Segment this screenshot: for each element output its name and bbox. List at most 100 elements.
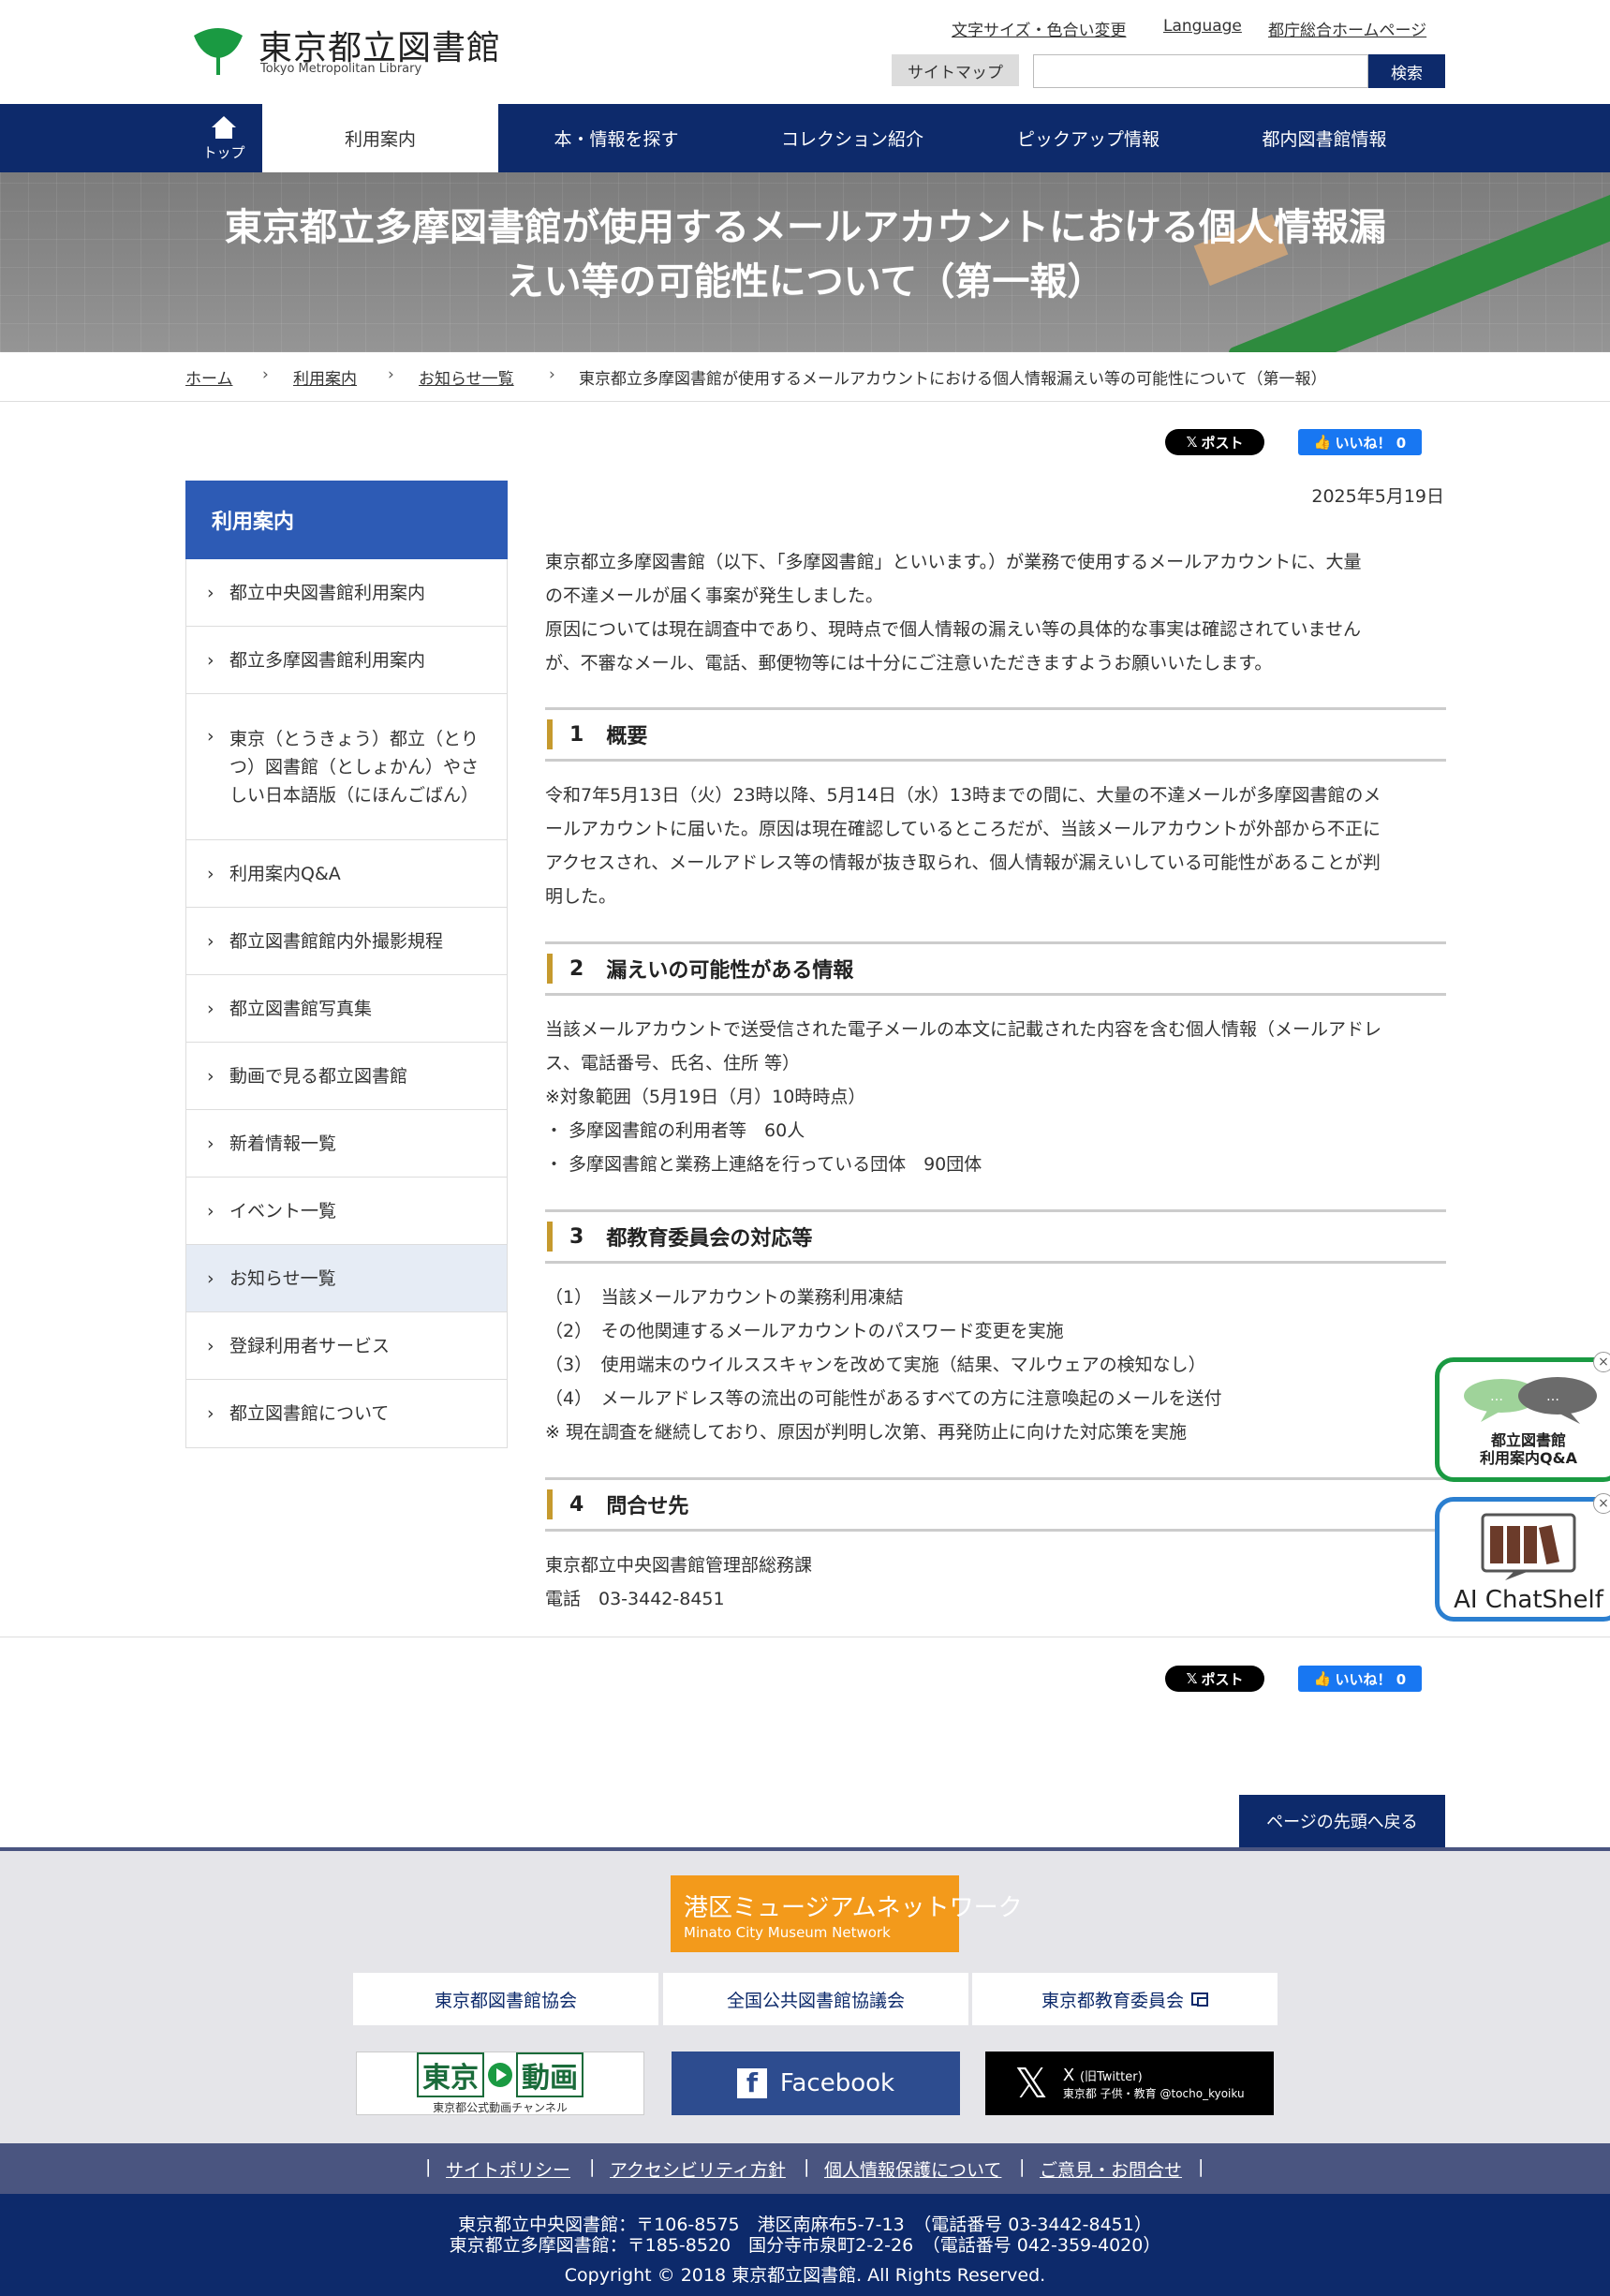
article-intro-line: 原因については現在調査中であり、現時点で個人情報の漏えい等の具体的な事実は確認さ… — [545, 619, 1361, 640]
chevron-right-icon: › — [207, 1403, 214, 1424]
chevron-right-icon: › — [207, 998, 214, 1019]
language-link[interactable]: Language — [1163, 17, 1242, 36]
section-accent-bar — [547, 954, 553, 984]
copyright: Copyright © 2018 東京都立図書館. All Rights Res… — [564, 2265, 1046, 2286]
section-accent-bar — [547, 1222, 553, 1252]
footer-separator: | — [589, 2156, 596, 2177]
privacy-link[interactable]: 個人情報保護について — [824, 2156, 1001, 2182]
x-logo-icon: 𝕏 — [1186, 1670, 1198, 1687]
tama-library-address: 東京都立多摩図書館：〒185-8520 国分寺市泉町2-2-26 （電話番号 0… — [449, 2235, 1161, 2256]
sidebar-item-photo-rules[interactable]: › 都立図書館館内外撮影規程 — [186, 908, 507, 975]
nav-item-search-books[interactable]: 本・情報を探す — [498, 104, 734, 172]
site-logo-subtext: Tokyo Metropolitan Library — [260, 62, 422, 76]
sidebar-item-label: 登録利用者サービス — [229, 1335, 391, 1356]
site-policy-link[interactable]: サイトポリシー — [446, 2156, 570, 2182]
sidebar-item-central-guide[interactable]: › 都立中央図書館利用案内 — [186, 559, 507, 627]
sidebar-item-news[interactable]: › お知らせ一覧 — [186, 1245, 507, 1312]
section-line: 東京都立中央図書館管理部総務課 — [545, 1555, 813, 1576]
sidebar-item-photo-collection[interactable]: › 都立図書館写真集 — [186, 975, 507, 1043]
section-body: 令和7年5月13日（火）23時以降、5月14日（水）13時までの間に、大量の不達… — [545, 778, 1446, 913]
museum-banner-subtitle: Minato City Museum Network — [684, 1924, 891, 1941]
facebook-like-button[interactable]: 👍 いいね！ 0 — [1298, 1666, 1422, 1692]
footer-nav: | サイトポリシー | アクセシビリティ方針 | 個人情報保護について | ご意… — [0, 2143, 1610, 2194]
x-post-label: ポスト — [1201, 1670, 1244, 1688]
search-input[interactable] — [1033, 54, 1368, 88]
breadcrumb-guide[interactable]: 利用案内 — [293, 365, 357, 389]
x-banner-account: 東京都 子供・教育 @tocho_kyoiku — [1062, 2087, 1245, 2100]
tokyo-douga-logo-text: 動画 — [516, 2052, 583, 2097]
facebook-banner-label: Facebook — [779, 2069, 895, 2097]
nav-item-collection[interactable]: コレクション紹介 — [734, 104, 970, 172]
section-number: 2 — [569, 956, 584, 981]
accessibility-link[interactable]: アクセシビリティ方針 — [610, 2156, 786, 2182]
svg-text:…: … — [1546, 1389, 1559, 1404]
x-twitter-banner[interactable]: 𝕏 X (旧Twitter) 東京都 子供・教育 @tocho_kyoiku — [985, 2052, 1274, 2115]
nav-item-pickup[interactable]: ピックアップ情報 — [970, 104, 1206, 172]
tokyo-library-association-link[interactable]: 東京都図書館協会 — [353, 1973, 658, 2025]
facebook-banner[interactable]: f Facebook — [672, 2052, 960, 2115]
home-icon — [212, 116, 236, 139]
breadcrumb: ホーム › 利用案内 › お知らせ一覧 › 東京都立多摩図書館が使用するメールア… — [0, 352, 1610, 402]
minato-museum-network-banner[interactable]: 港区ミュージアムネットワーク Minato City Museum Networ… — [671, 1875, 1023, 1952]
tokyo-douga-logo-text: 東京 — [417, 2052, 484, 2097]
chevron-right-icon: › — [207, 1335, 214, 1356]
sidebar-item-label: 都立図書館写真集 — [229, 998, 373, 1019]
facebook-like-button[interactable]: 👍 いいね！ 0 — [1298, 429, 1422, 455]
breadcrumb-news[interactable]: お知らせ一覧 — [419, 365, 514, 389]
close-icon[interactable]: × — [1593, 1352, 1610, 1372]
qa-widget-label-line: 都立図書館 — [1490, 1431, 1566, 1449]
contact-link[interactable]: ご意見・お問合せ — [1040, 2156, 1182, 2182]
x-post-button[interactable]: 𝕏 ポスト — [1165, 429, 1264, 455]
national-public-library-council-link[interactable]: 全国公共図書館協議会 — [663, 1973, 968, 2025]
section-line: 令和7年5月13日（火）23時以降、5月14日（水）13時までの間に、大量の不達… — [545, 785, 1381, 806]
facebook-like-label: いいね！ 0 — [1335, 1670, 1407, 1688]
ginkgo-logo-icon[interactable] — [192, 24, 244, 77]
article-intro-line: が、不審なメール、電話、郵便物等には十分にご注意いただきますようお願いいたします… — [545, 653, 1273, 674]
x-post-button[interactable]: 𝕏 ポスト — [1165, 1666, 1264, 1692]
tokyo-douga-banner[interactable]: 東京 動画 東京都公式動画チャンネル — [356, 2052, 644, 2115]
sitemap-button[interactable]: サイトマップ — [892, 54, 1019, 86]
bookshelf-icon — [1481, 1513, 1576, 1580]
sidebar-item-videos[interactable]: › 動画で見る都立図書館 — [186, 1043, 507, 1110]
text-size-color-link[interactable]: 文字サイズ・色合い変更 — [952, 17, 1127, 40]
global-nav: トップ 利用案内 本・情報を探す コレクション紹介 ピックアップ情報 都内図書館… — [0, 104, 1610, 172]
nav-home[interactable]: トップ — [185, 104, 262, 172]
tokyo-board-of-education-link[interactable]: 東京都教育委員会 — [972, 1973, 1278, 2025]
section-line: （3） 使用端末のウイルススキャンを改めて実施（結果、マルウェアの検知なし） — [545, 1355, 1206, 1375]
sidebar-item-easy-japanese[interactable]: › 東京（とうきょう）都立（とりつ）図書館（としょかん）やさしい日本語版（にほんご… — [186, 694, 507, 840]
sidebar-item-label: 都立図書館について — [229, 1403, 390, 1424]
section-title: 都教育委員会の対応等 — [606, 1227, 813, 1251]
section-title: 問合せ先 — [606, 1495, 689, 1518]
svg-text:…: … — [1490, 1389, 1503, 1404]
section-number: 4 — [569, 1492, 584, 1517]
thumbs-up-icon: 👍 — [1313, 1670, 1332, 1687]
sidebar-item-whats-new[interactable]: › 新着情報一覧 — [186, 1110, 507, 1178]
section-heading: 2 漏えいの可能性がある情報 — [545, 941, 1446, 996]
sidebar-item-events[interactable]: › イベント一覧 — [186, 1178, 507, 1245]
sidebar-menu: › 都立中央図書館利用案内 › 都立多摩図書館利用案内 › 東京（とうきょう）都立（と… — [185, 559, 508, 1448]
search-button[interactable]: 検索 — [1368, 54, 1445, 88]
tokyo-douga-subtitle: 東京都公式動画チャンネル — [433, 2100, 568, 2114]
sidebar-item-about[interactable]: › 都立図書館について — [186, 1380, 507, 1447]
qa-chat-widget[interactable]: … … 都立図書館 利用案内Q&A — [1435, 1357, 1610, 1482]
section-line: ※対象範囲（5月19日（月）10時時点） — [545, 1087, 866, 1107]
section-accent-bar — [547, 719, 553, 749]
sidebar-item-label: 東京（とうきょう）都立（とりつ）図書館（としょかん）やさしい日本語版（にほんごば… — [229, 728, 480, 806]
breadcrumb-home[interactable]: ホーム — [185, 365, 233, 389]
nav-item-guide[interactable]: 利用案内 — [262, 104, 498, 172]
article-intro-line: の不達メールが届く事案が発生しました。 — [545, 585, 884, 606]
nav-home-label: トップ — [202, 144, 245, 161]
nav-item-libraries[interactable]: 都内図書館情報 — [1206, 104, 1442, 172]
sidebar-item-tama-guide[interactable]: › 都立多摩図書館利用案内 — [186, 627, 507, 694]
sidebar-item-registered-services[interactable]: › 登録利用者サービス — [186, 1312, 507, 1380]
qa-widget-label-line: 利用案内Q&A — [1480, 1449, 1577, 1467]
section-body: 東京都立中央図書館管理部総務課 電話 03-3442-8451 — [545, 1548, 1446, 1616]
breadcrumb-chevron-icon: › — [549, 365, 555, 384]
section-line: ス、電話番号、氏名、住所 等） — [545, 1053, 801, 1074]
close-icon[interactable]: × — [1593, 1493, 1610, 1514]
ai-chatshelf-widget[interactable]: AI ChatShelf — [1435, 1497, 1610, 1622]
section-line: ・ 多摩図書館の利用者等 60人 — [545, 1120, 805, 1141]
sidebar-item-qa[interactable]: › 利用案内Q&A — [186, 840, 507, 908]
back-to-top-button[interactable]: ページの先頭へ戻る — [1239, 1795, 1445, 1847]
metro-gov-home-link[interactable]: 都庁総合ホームページ — [1268, 17, 1426, 40]
